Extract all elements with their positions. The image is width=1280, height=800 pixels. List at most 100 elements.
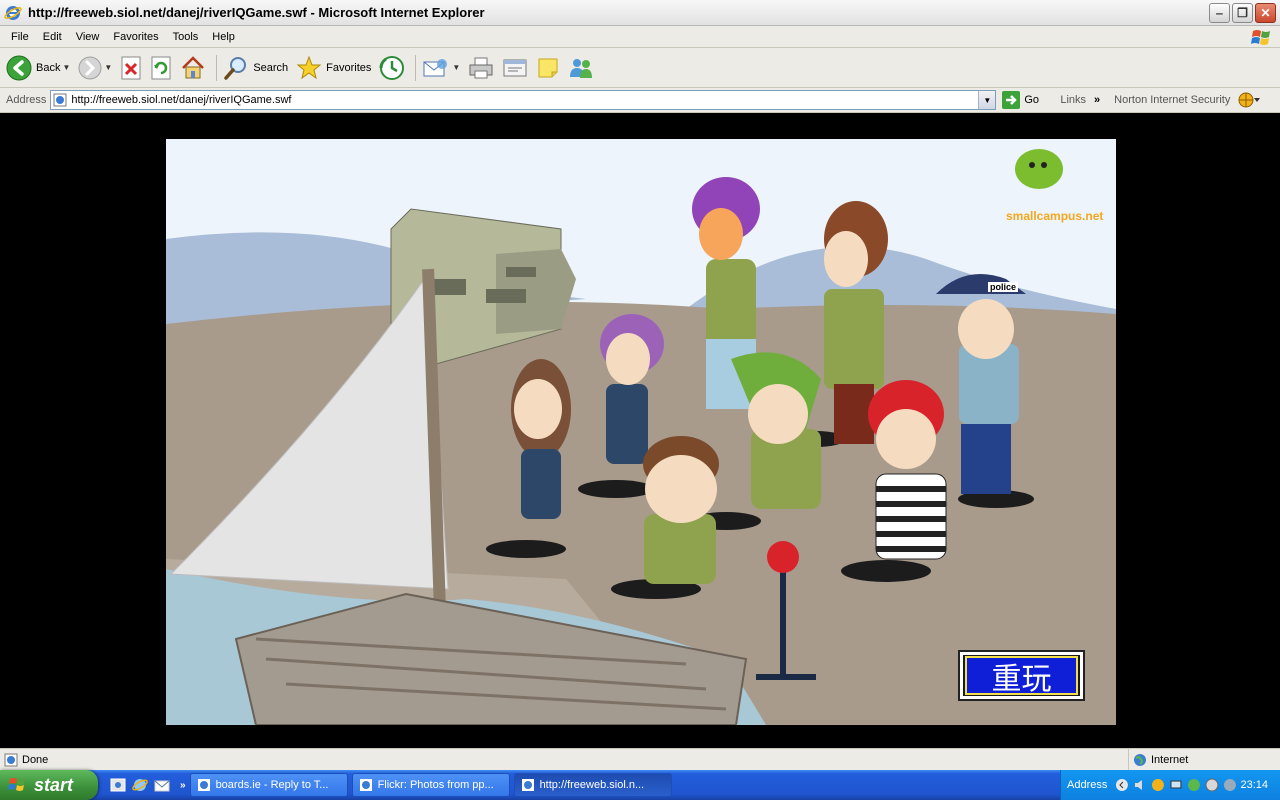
task-label: http://freeweb.siol.n...: [539, 779, 645, 791]
replay-button[interactable]: 重玩: [958, 650, 1085, 701]
forward-dropdown-icon[interactable]: ▼: [104, 63, 112, 72]
search-button[interactable]: Search: [223, 52, 288, 84]
replay-label: 重玩: [965, 656, 1078, 697]
links-label[interactable]: Links: [1060, 94, 1086, 106]
task-button-boards[interactable]: boards.ie - Reply to T...: [189, 773, 348, 797]
task-label: Flickr: Photos from pp...: [377, 779, 494, 791]
edit-button[interactable]: [502, 52, 528, 84]
flash-game[interactable]: police smallcampus.net 重玩: [166, 139, 1116, 725]
norton-globe-icon[interactable]: [1238, 92, 1261, 108]
favorites-label: Favorites: [326, 61, 372, 74]
menu-tools[interactable]: Tools: [166, 31, 206, 43]
menu-bar: File Edit View Favorites Tools Help: [0, 26, 1280, 48]
status-text: Done: [22, 753, 49, 766]
links-chevron-icon[interactable]: »: [1094, 94, 1100, 106]
close-button[interactable]: ✕: [1255, 3, 1276, 23]
address-label: Address: [6, 94, 47, 106]
tray-messenger-icon[interactable]: [1187, 778, 1201, 792]
go-button[interactable]: Go: [1002, 91, 1048, 109]
window-title: http://freeweb.siol.net/danej/riverIQGam…: [28, 5, 485, 20]
security-zone[interactable]: Internet: [1128, 749, 1188, 771]
tray-security-icon[interactable]: [1205, 778, 1219, 792]
quicklaunch-mail-icon[interactable]: [154, 777, 170, 793]
quicklaunch-ie-icon[interactable]: [132, 777, 148, 793]
address-dropdown-icon[interactable]: ▼: [978, 91, 996, 109]
home-icon: [182, 55, 205, 78]
history-icon: [379, 55, 405, 80]
sticky-note-icon: [538, 58, 558, 77]
favorites-button[interactable]: Favorites: [296, 52, 371, 84]
back-button[interactable]: Back ▼: [6, 52, 70, 84]
back-arrow-icon: [6, 55, 32, 80]
search-label: Search: [253, 61, 289, 74]
ie-icon: [4, 5, 22, 20]
messenger-button[interactable]: [568, 52, 594, 84]
norton-label[interactable]: Norton Internet Security: [1114, 94, 1230, 106]
title-bar: http://freeweb.siol.net/danej/riverIQGam…: [0, 0, 1280, 26]
stop-button[interactable]: [120, 52, 142, 84]
internet-globe-icon: [1134, 754, 1146, 766]
task-button-freeweb[interactable]: http://freeweb.siol.n...: [513, 773, 672, 797]
tray-address-label[interactable]: Address: [1067, 779, 1107, 791]
quicklaunch-explorer-icon[interactable]: [110, 777, 126, 793]
forward-button[interactable]: ▼: [78, 52, 112, 84]
quicklaunch-chevron-icon[interactable]: »: [180, 780, 186, 791]
address-input[interactable]: [71, 94, 979, 106]
start-button[interactable]: start: [0, 770, 98, 800]
toolbar-separator: [216, 54, 218, 81]
page-ie-icon: [53, 93, 67, 107]
address-field[interactable]: ▼: [50, 90, 997, 110]
tray-norton-icon[interactable]: [1151, 778, 1165, 792]
notes-button[interactable]: [536, 52, 560, 84]
refresh-icon: [151, 56, 171, 79]
go-label: Go: [1024, 94, 1040, 106]
taskbar: start » boards.ie - Reply to T... Flickr…: [0, 770, 1280, 800]
volume-icon[interactable]: [1133, 778, 1147, 792]
maximize-button[interactable]: ❐: [1232, 3, 1253, 23]
home-button[interactable]: [180, 52, 206, 84]
windows-logo-icon: [8, 778, 25, 791]
browser-content: police smallcampus.net 重玩: [0, 113, 1280, 747]
mail-button[interactable]: ▼: [422, 52, 460, 84]
menu-file[interactable]: File: [4, 31, 36, 43]
task-label: boards.ie - Reply to T...: [215, 779, 329, 791]
smallcampus-logo-text: smallcampus.net: [1006, 209, 1104, 223]
address-bar: Address ▼ Go Links » Norton Internet Sec…: [0, 88, 1280, 113]
zone-label: Internet: [1151, 754, 1189, 766]
printer-icon: [469, 57, 493, 78]
go-arrow-icon: [1002, 91, 1021, 109]
toolbar: Back ▼ ▼ Search Favorites ▼: [0, 48, 1280, 88]
menu-favorites[interactable]: Favorites: [106, 31, 165, 43]
messenger-icon: [570, 58, 593, 78]
task-ie-icon: [521, 779, 534, 791]
police-cap-text: police: [988, 282, 1019, 292]
menu-edit[interactable]: Edit: [36, 31, 69, 43]
mail-dropdown-icon[interactable]: ▼: [452, 63, 460, 72]
minimize-button[interactable]: ‒: [1209, 3, 1230, 23]
print-button[interactable]: [468, 52, 494, 84]
back-dropdown-icon[interactable]: ▼: [62, 63, 70, 72]
windows-flag-icon: [1251, 30, 1270, 45]
toolbar-separator: [415, 54, 417, 81]
start-label: start: [34, 774, 74, 795]
refresh-button[interactable]: [150, 52, 172, 84]
status-bar: Done Internet: [0, 748, 1280, 771]
task-button-flickr[interactable]: Flickr: Photos from pp...: [351, 773, 510, 797]
tray-network-icon[interactable]: [1169, 778, 1183, 792]
stop-icon: [121, 56, 141, 79]
clock: 23:14: [1240, 779, 1269, 791]
system-tray: Address 23:14: [1060, 770, 1280, 800]
history-button[interactable]: [379, 52, 405, 84]
tray-update-icon[interactable]: [1223, 778, 1237, 792]
edit-page-icon: [503, 59, 527, 76]
mail-icon: [423, 58, 448, 76]
page-done-icon: [4, 753, 18, 766]
tray-back-icon[interactable]: [1115, 778, 1129, 792]
menu-view[interactable]: View: [69, 31, 107, 43]
back-label: Back: [36, 61, 61, 74]
game-scene: [166, 139, 1116, 725]
search-icon: [224, 56, 247, 80]
menu-help[interactable]: Help: [205, 31, 242, 43]
favorites-star-icon: [296, 55, 322, 79]
quick-launch: »: [110, 777, 186, 793]
